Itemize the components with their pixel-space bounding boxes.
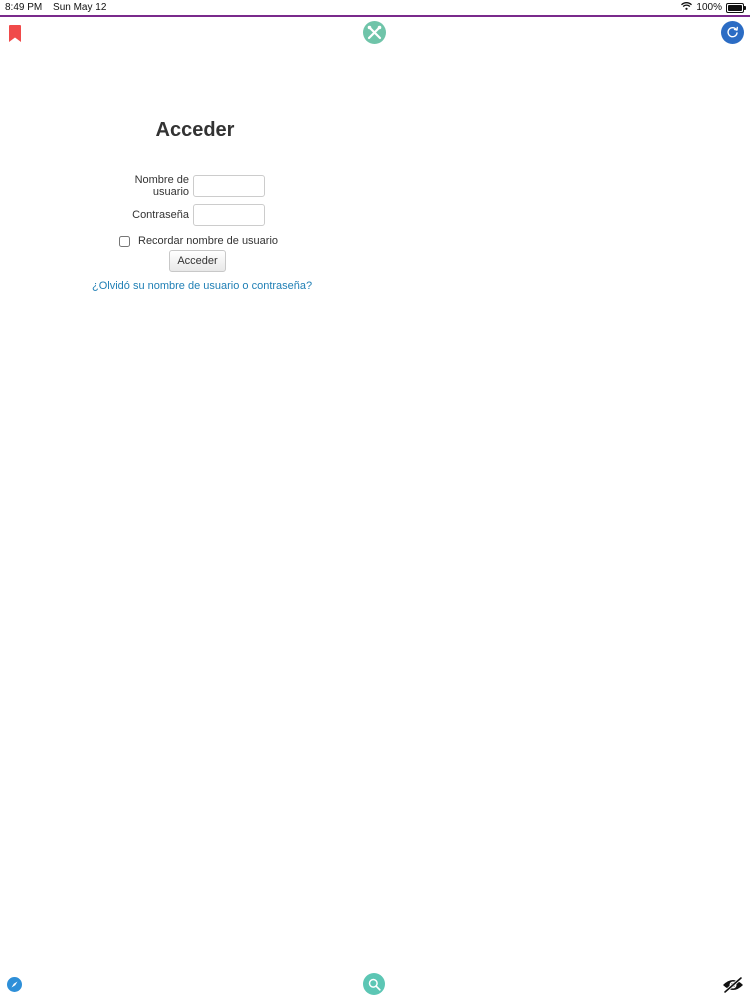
status-right: 100%: [681, 2, 746, 13]
wifi-icon: [681, 2, 693, 13]
password-row: Contraseña: [98, 204, 265, 226]
password-label: Contraseña: [132, 209, 189, 221]
password-input[interactable]: [193, 204, 265, 226]
eye-slash-icon[interactable]: [722, 974, 744, 996]
username-input[interactable]: [193, 175, 265, 197]
status-date: Sun May 12: [53, 2, 107, 13]
compass-icon[interactable]: [7, 977, 22, 992]
remember-checkbox[interactable]: [119, 235, 130, 247]
status-time: 8:49 PM: [5, 2, 43, 13]
username-row: Nombre de usuario: [98, 174, 265, 198]
status-bar: 8:49 PM Sun May 12 100%: [0, 0, 750, 17]
login-button[interactable]: Acceder: [169, 250, 226, 272]
remember-row: Recordar nombre de usuario: [119, 235, 278, 247]
username-label: Nombre de usuario: [134, 174, 189, 198]
battery-icon: [726, 2, 746, 13]
page-title: Acceder: [155, 119, 235, 141]
forgot-password-link[interactable]: ¿Olvidó su nombre de usuario o contraseñ…: [92, 280, 312, 292]
search-icon[interactable]: [363, 973, 385, 995]
remember-label: Recordar nombre de usuario: [138, 235, 279, 247]
tools-icon[interactable]: [363, 21, 386, 44]
bookmark-icon[interactable]: [9, 25, 21, 42]
battery-percent: 100%: [696, 2, 722, 13]
status-left: 8:49 PM Sun May 12: [5, 2, 114, 13]
refresh-icon[interactable]: [721, 21, 744, 44]
